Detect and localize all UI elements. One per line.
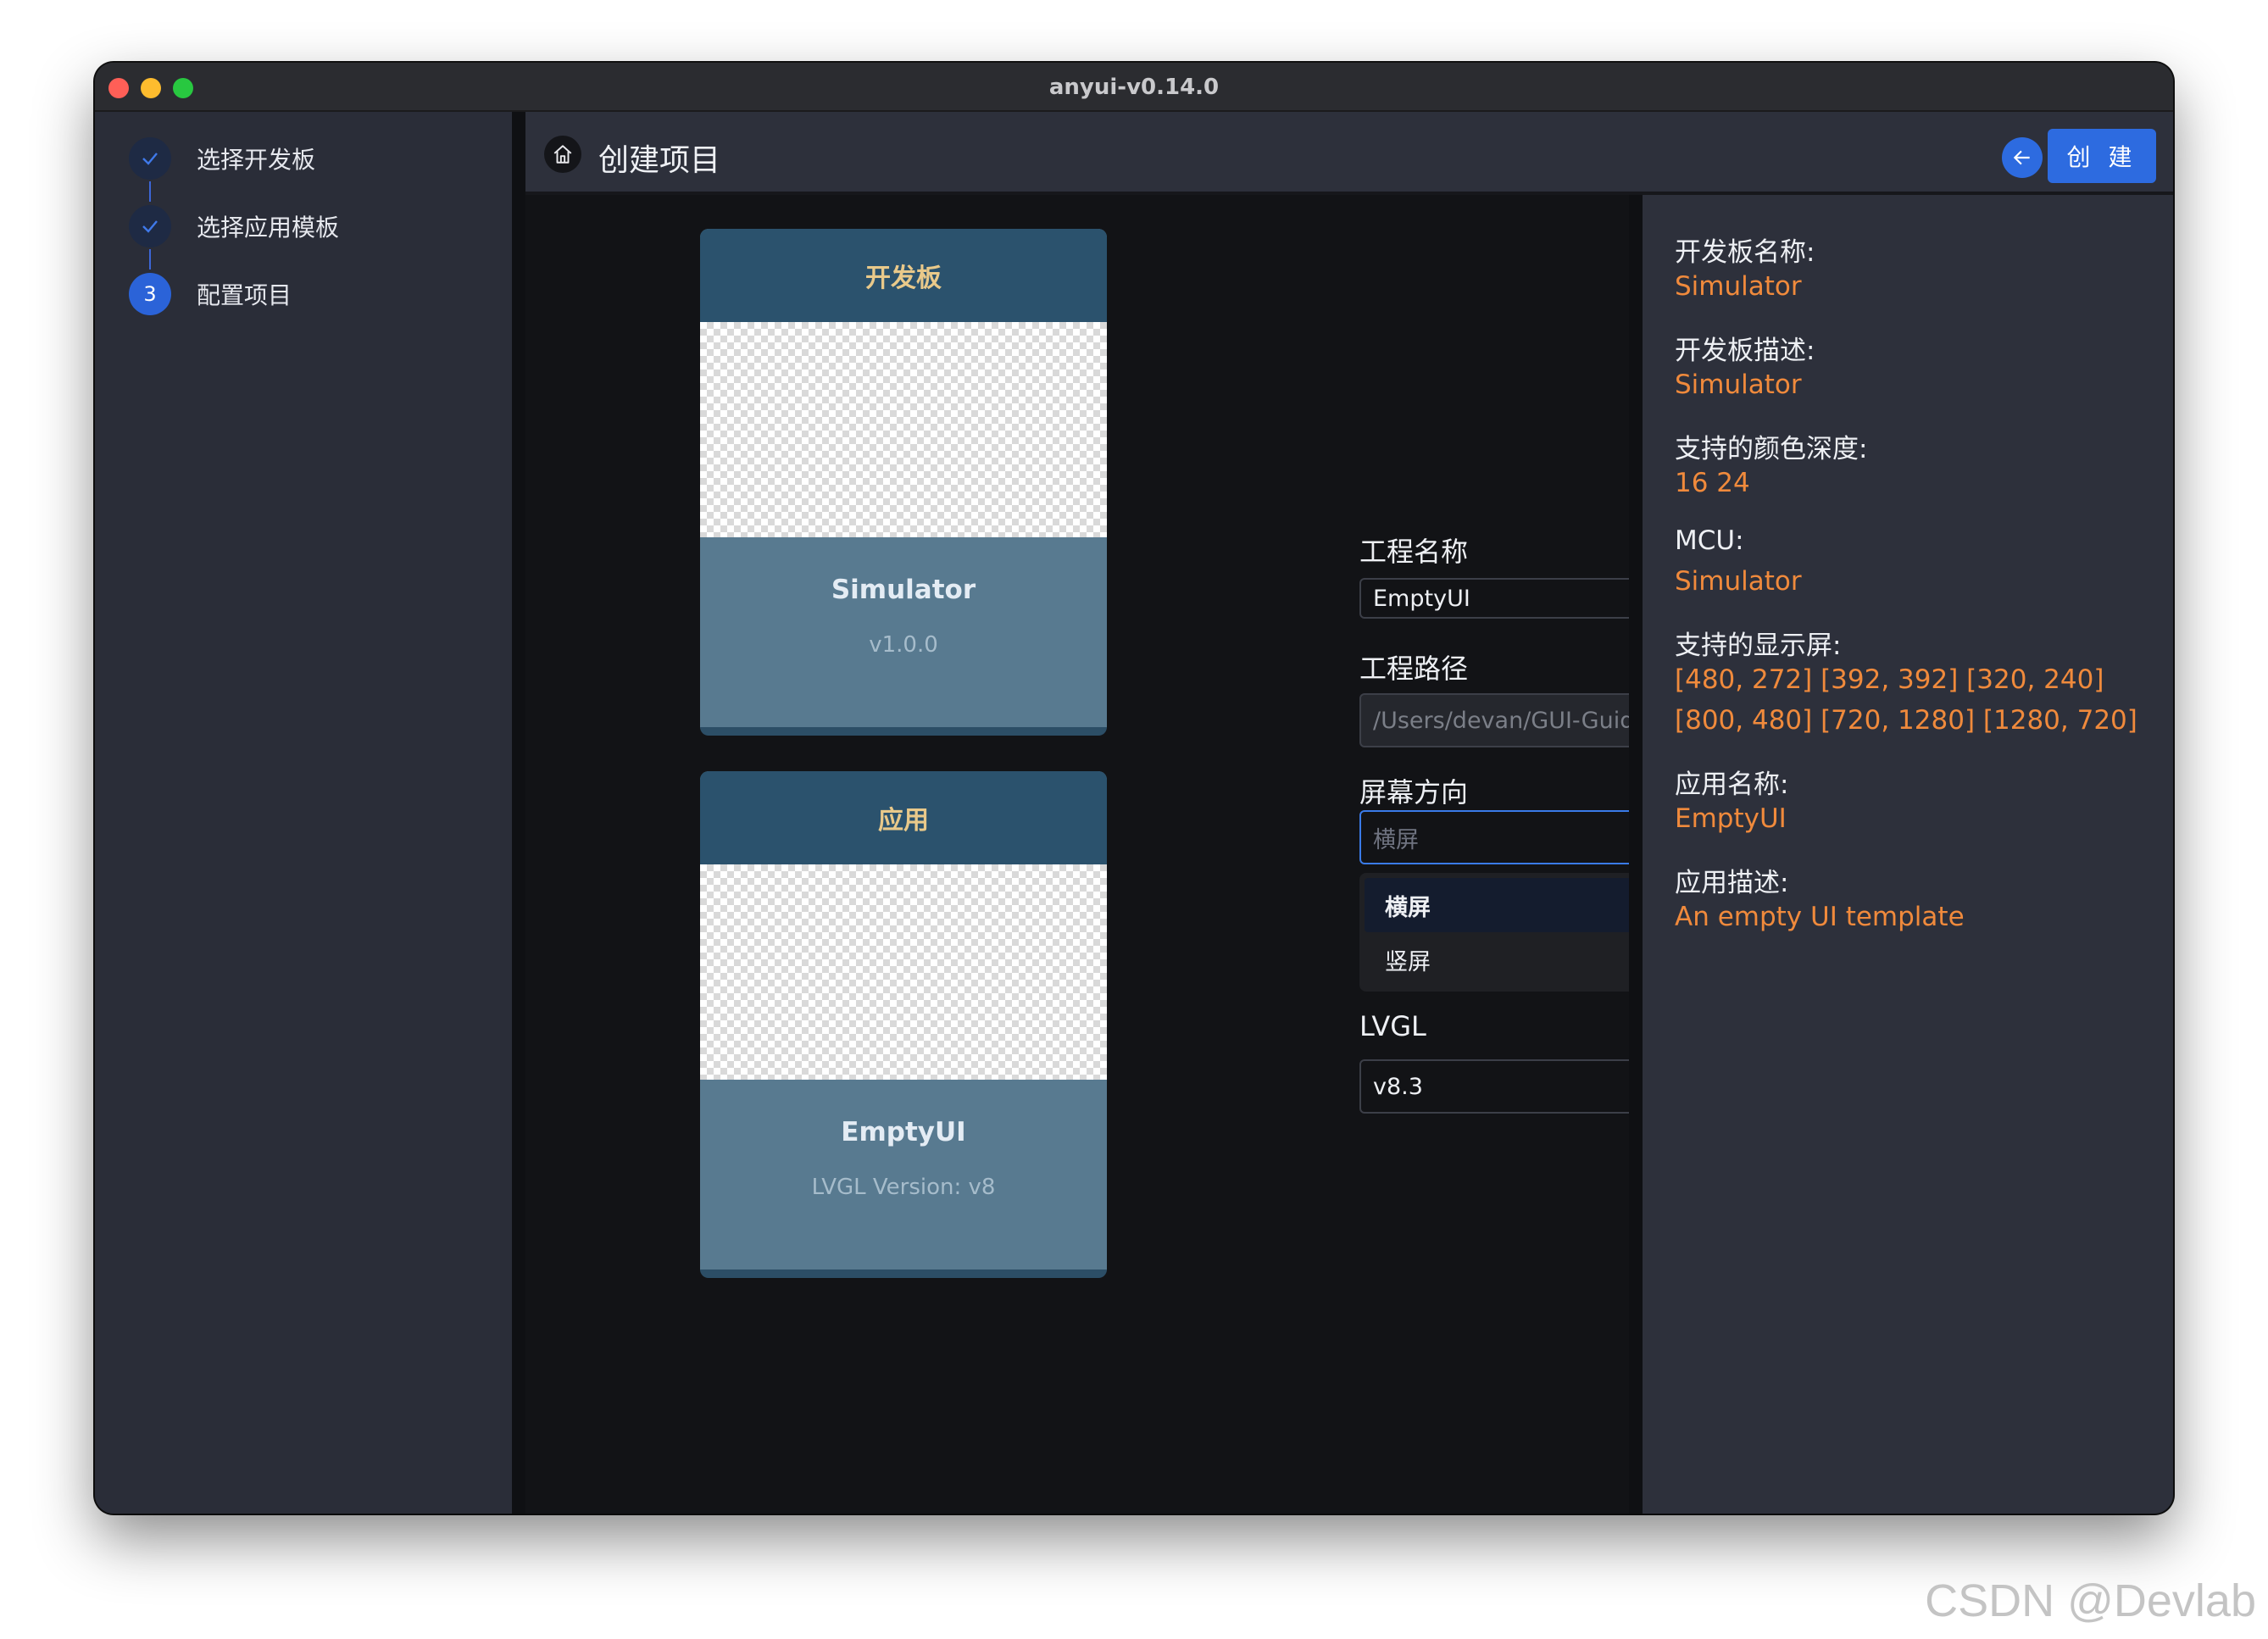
app-card[interactable]: 应用 EmptyUI LVGL Version: v8 bbox=[700, 771, 1107, 1278]
lvgl-selected-value: v8.3 bbox=[1373, 1073, 1423, 1100]
step-number-badge: 3 bbox=[129, 273, 171, 315]
app-desc-label: 应用描述: bbox=[1675, 868, 1789, 898]
window-title: anyui-v0.14.0 bbox=[1048, 75, 1220, 100]
step-done-icon bbox=[129, 137, 171, 180]
app-name-value: EmptyUI bbox=[1675, 803, 1787, 834]
lvgl-label: LVGL bbox=[1359, 1010, 1426, 1042]
create-button[interactable]: 创 建 bbox=[2048, 129, 2156, 183]
project-name-label: 工程名称 bbox=[1359, 536, 1469, 568]
board-desc-value: Simulator bbox=[1675, 369, 1802, 400]
displays-value-line2: [800, 480] [720, 1280] [1280, 720] bbox=[1675, 705, 2137, 736]
step-connector bbox=[149, 181, 151, 202]
board-preview-image bbox=[700, 322, 1107, 537]
orientation-label: 屏幕方向 bbox=[1359, 776, 1469, 808]
step-label: 选择应用模板 bbox=[197, 214, 340, 242]
sidebar-divider bbox=[512, 112, 525, 1514]
step-configure-project[interactable]: 3 配置项目 bbox=[129, 273, 485, 315]
board-name-value: Simulator bbox=[1675, 271, 1802, 302]
check-icon bbox=[142, 153, 158, 165]
steps-sidebar: 选择开发板 选择应用模板 3 配置项目 bbox=[95, 112, 512, 1514]
page-title: 创建项目 bbox=[598, 143, 721, 178]
step-label: 配置项目 bbox=[197, 281, 292, 309]
board-name-label: 开发板名称: bbox=[1675, 237, 1815, 268]
app-window: anyui-v0.14.0 选择开发板 选择应用模板 3 配置项目 创建项目 创… bbox=[95, 63, 2173, 1514]
check-icon bbox=[142, 220, 158, 233]
home-button[interactable] bbox=[544, 136, 581, 173]
color-depth-value: 16 24 bbox=[1675, 468, 1750, 498]
title-bar: anyui-v0.14.0 bbox=[95, 63, 2173, 112]
mcu-value: Simulator bbox=[1675, 566, 1802, 597]
color-depth-label: 支持的颜色深度: bbox=[1675, 434, 1868, 464]
main-content: 开发板 Simulator v1.0.0 应用 EmptyUI LVGL Ver… bbox=[525, 195, 1709, 1514]
app-desc-value: An empty UI template bbox=[1675, 902, 1965, 932]
step-label: 选择开发板 bbox=[197, 146, 316, 174]
orientation-selected-value: 横屏 bbox=[1373, 826, 1419, 853]
board-card-version: v1.0.0 bbox=[869, 632, 938, 658]
board-desc-label: 开发板描述: bbox=[1675, 336, 1815, 366]
app-preview-image bbox=[700, 864, 1107, 1080]
mcu-label: MCU: bbox=[1675, 525, 1744, 556]
page-header: 创建项目 创 建 bbox=[525, 112, 2173, 195]
displays-value-line1: [480, 272] [392, 392] [320, 240] bbox=[1675, 664, 2104, 695]
step-select-board[interactable]: 选择开发板 bbox=[129, 137, 485, 180]
home-icon bbox=[553, 145, 572, 164]
board-card-name: Simulator bbox=[831, 575, 976, 605]
displays-label: 支持的显示屏: bbox=[1675, 631, 1842, 661]
app-card-version: LVGL Version: v8 bbox=[811, 1175, 996, 1200]
info-divider bbox=[1629, 195, 1643, 1514]
board-card[interactable]: 开发板 Simulator v1.0.0 bbox=[700, 229, 1107, 736]
project-path-label: 工程路径 bbox=[1359, 653, 1469, 685]
app-card-title: 应用 bbox=[700, 771, 1107, 864]
step-select-template[interactable]: 选择应用模板 bbox=[129, 205, 485, 247]
arrow-left-icon bbox=[2013, 150, 2030, 165]
step-connector bbox=[149, 249, 151, 269]
app-name-label: 应用名称: bbox=[1675, 769, 1789, 800]
back-button[interactable] bbox=[2002, 137, 2043, 178]
board-card-title: 开发板 bbox=[700, 229, 1107, 322]
step-done-icon bbox=[129, 205, 171, 247]
app-card-name: EmptyUI bbox=[841, 1117, 966, 1147]
info-panel: 开发板名称: Simulator 开发板描述: Simulator 支持的颜色深… bbox=[1643, 195, 2173, 1514]
watermark: CSDN @Devlab bbox=[1925, 1575, 2256, 1626]
